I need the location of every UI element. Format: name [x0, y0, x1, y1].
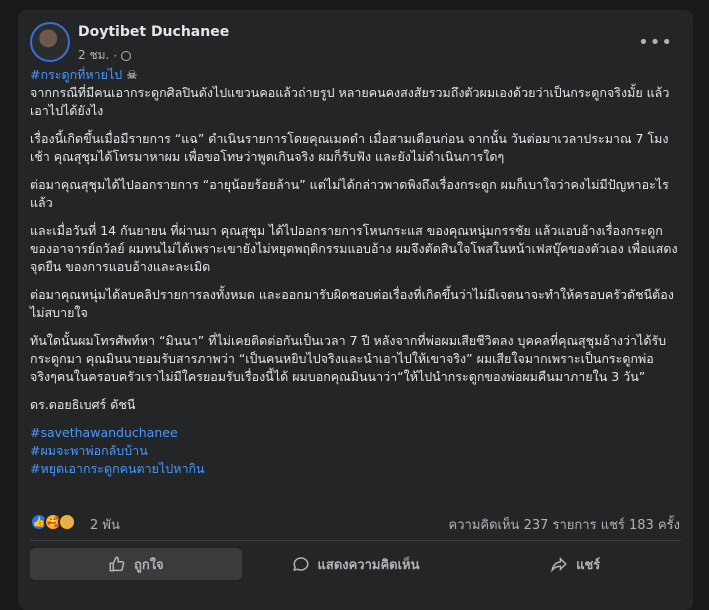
- like-button[interactable]: ถูกใจ: [30, 548, 242, 580]
- share-label: แชร์: [576, 557, 601, 573]
- more-options-icon[interactable]: •••: [638, 32, 673, 53]
- skull-emoji: ☠: [126, 67, 138, 82]
- post-header: Doytibet Duchanee 2 ชม. · •••: [30, 22, 681, 66]
- thumbs-up-icon: [109, 556, 125, 572]
- reaction-icons[interactable]: 👍 🥰 😢: [30, 513, 80, 531]
- post-time[interactable]: 2 ชม.: [78, 46, 109, 65]
- hashtag-top[interactable]: #กระดูกที่หายไป: [30, 67, 122, 82]
- paragraph-6: ทันใดนั้นผมโทรศัพท์หา “มินนา” ที่ไม่เคยต…: [30, 333, 667, 384]
- globe-icon: [121, 50, 132, 61]
- paragraph-3: ต่อมาคุณสุชุมได้ไปออกรายการ “อายุน้อยร้อ…: [30, 177, 669, 210]
- post-meta: 2 ชม. ·: [78, 46, 132, 65]
- author-name[interactable]: Doytibet Duchanee: [78, 24, 229, 40]
- post-card: Doytibet Duchanee 2 ชม. · ••• #กระดูกที่…: [18, 10, 693, 610]
- paragraph-1: จากกรณีที่มีคนเอากระดูกศิลปินดังไปแขวนคอ…: [30, 85, 670, 118]
- share-button[interactable]: แชร์: [469, 548, 681, 580]
- post-stats: 👍 🥰 😢 2 พัน ความคิดเห็น 237 รายการ แชร์ …: [30, 511, 680, 535]
- hashtag-link[interactable]: #ผมจะพาพ่อกลับบ้าน: [30, 442, 680, 460]
- hashtag-link[interactable]: #savethawanduchanee: [30, 424, 680, 442]
- comments-shares-count[interactable]: ความคิดเห็น 237 รายการ แชร์ 183 ครั้ง: [449, 514, 680, 535]
- divider: [30, 540, 681, 541]
- comment-button[interactable]: แสดงความคิดเห็น: [250, 548, 462, 580]
- author-avatar[interactable]: [30, 22, 70, 62]
- action-bar: ถูกใจ แสดงความคิดเห็น แชร์: [30, 548, 681, 580]
- sad-reaction-icon: 😢: [58, 513, 76, 531]
- comment-icon: [292, 557, 309, 571]
- post-content: #กระดูกที่หายไป ☠ จากกรณีที่มีคนเอากระดู…: [30, 66, 680, 486]
- paragraph-2: เรื่องนี้เกิดขึ้นเมื่อมีรายการ “แฉ” ดำเน…: [30, 131, 669, 164]
- meta-dot: ·: [113, 48, 118, 63]
- reaction-count[interactable]: 2 พัน: [90, 514, 120, 535]
- hashtag-list: #savethawanduchanee #ผมจะพาพ่อกลับบ้าน #…: [30, 424, 680, 478]
- comment-label: แสดงความคิดเห็น: [317, 557, 420, 573]
- signature: ดร.ดอยธิเบศร์ ดัชนี: [30, 397, 136, 412]
- paragraph-5: ต่อมาคุณหนุ่มได้ลบคลิปรายการลงทั้งหมด แล…: [30, 287, 674, 320]
- like-label: ถูกใจ: [133, 557, 164, 573]
- share-icon: [551, 556, 567, 573]
- paragraph-4: และเมื่อวันที่ 14 กันยายน ที่ผ่านมา คุณส…: [30, 223, 678, 274]
- hashtag-link[interactable]: #หยุดเอากระดูกคนตายไปหากิน: [30, 460, 680, 478]
- hashtag-line: #กระดูกที่หายไป ☠ จากกรณีที่มีคนเอากระดู…: [30, 66, 680, 120]
